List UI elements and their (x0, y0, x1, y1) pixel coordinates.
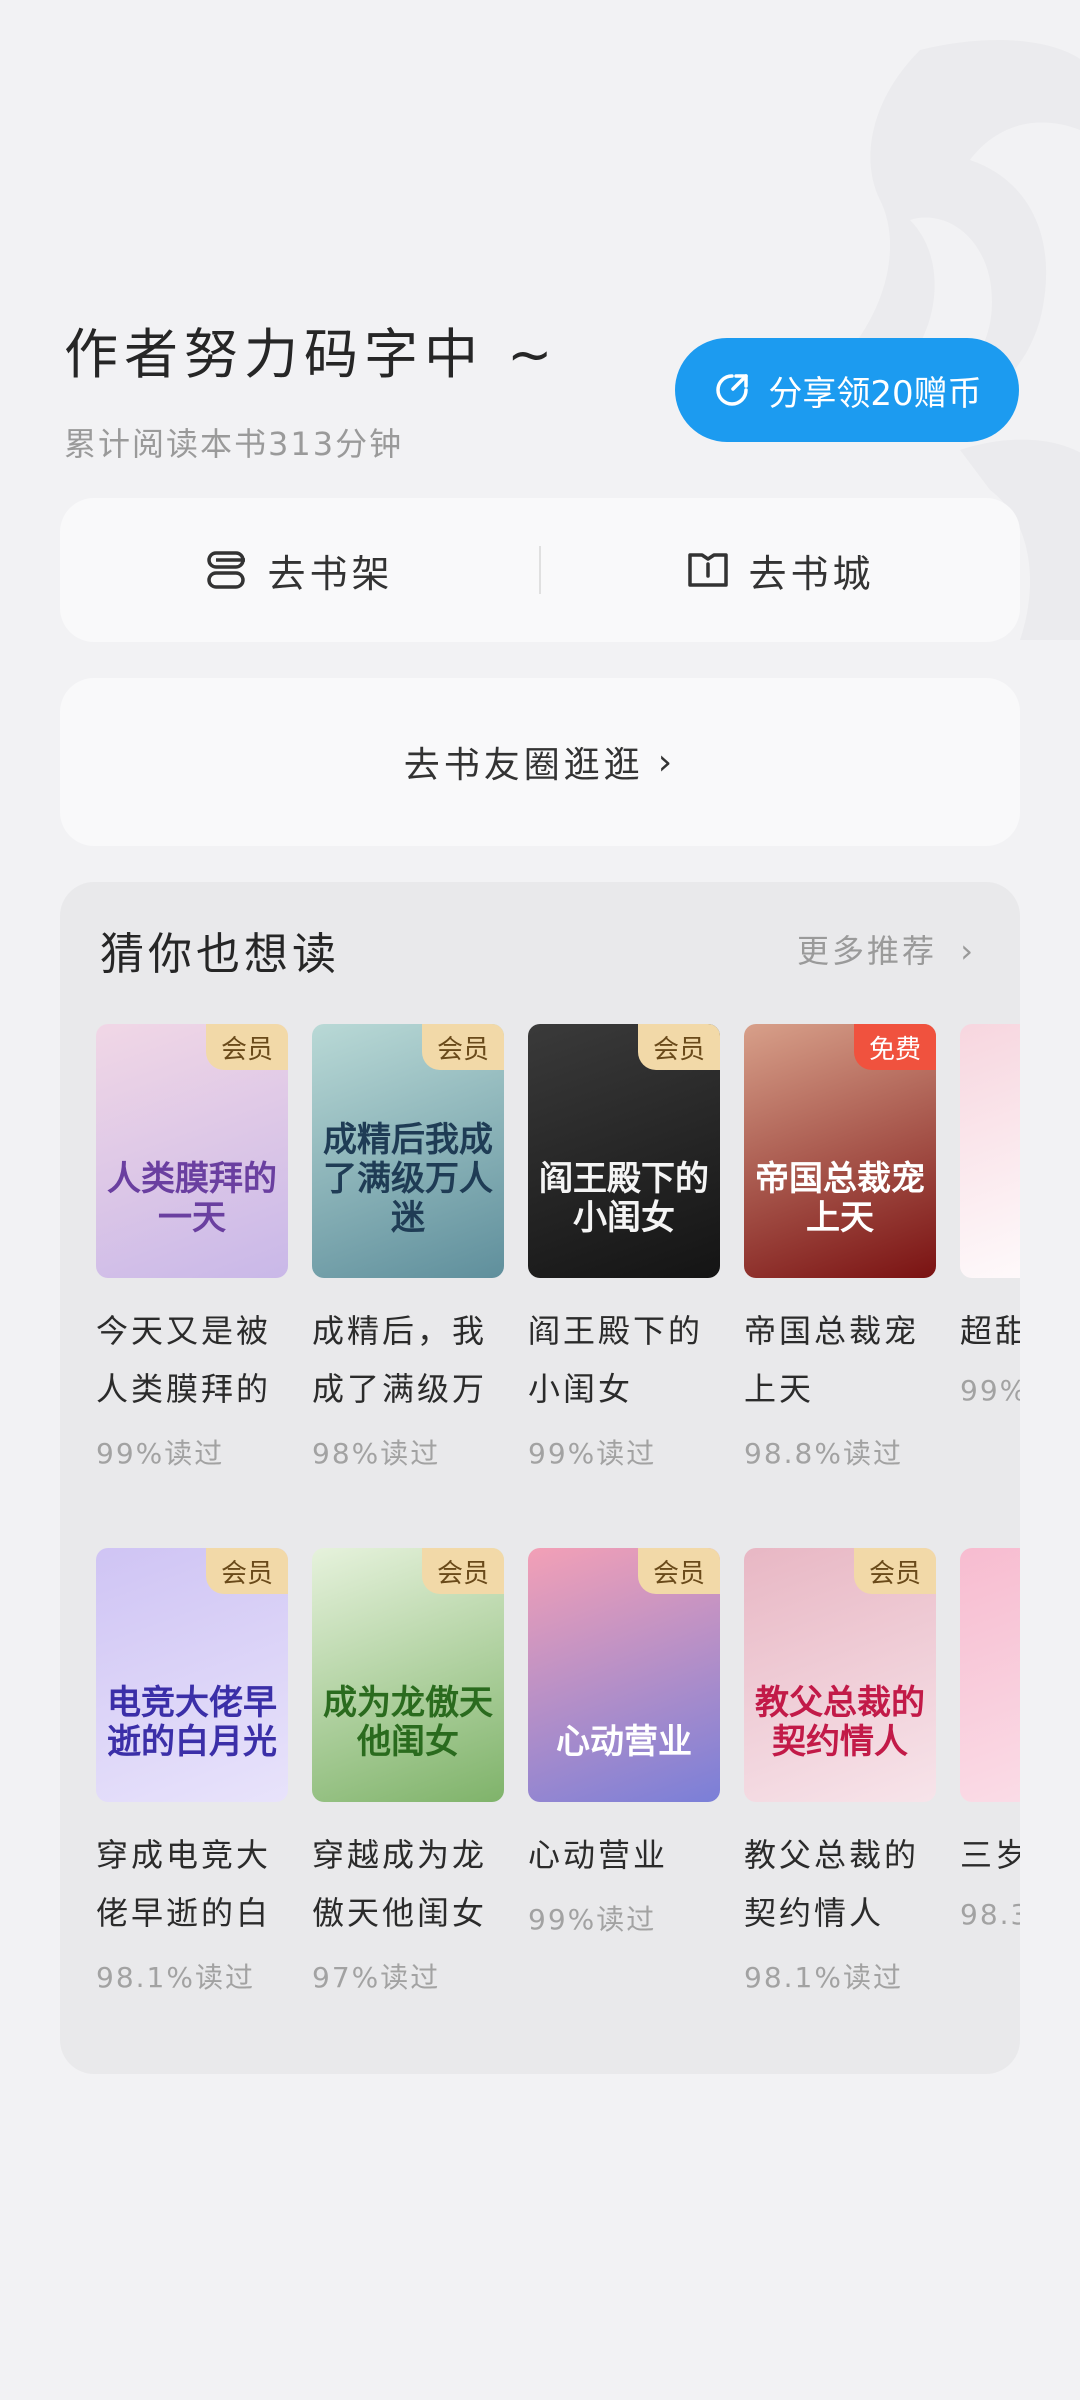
book-cover-title: 帝国总裁宠上天 (755, 1158, 925, 1238)
book-item[interactable]: 人类膜拜的一天 会员今天又是被人类膜拜的 99%读过 (96, 1024, 288, 1472)
book-circle-button[interactable]: 去书友圈逛逛 › (60, 678, 1020, 846)
vip-badge: 会员 (854, 1548, 936, 1594)
go-bookshelf-label: 去书架 (267, 551, 394, 596)
book-item[interactable]: 超甜超甜后被 99% (960, 1024, 1020, 1472)
recommendation-title: 猜你也想读 (100, 929, 340, 980)
book-cover[interactable]: 心动营业 会员 (528, 1548, 720, 1802)
book-item[interactable]: 成为龙傲天他闺女 会员穿越成为龙傲天他闺女 97%读过 (312, 1548, 504, 1996)
book-title[interactable]: 穿越成为龙傲天他闺女 (312, 1826, 504, 1942)
book-cover[interactable]: 教父总裁的契约情人 会员 (744, 1548, 936, 1802)
book-title[interactable]: 教父总裁的契约情人 (744, 1826, 936, 1942)
book-read-percentage: 98.1%读过 (96, 1961, 255, 1994)
book-row: 电竞大佬早逝的白月光 会员穿成电竞大佬早逝的白 98.1%读过 成为龙傲天他闺女 会员穿… (96, 1548, 1020, 1996)
book-cover[interactable]: 电竞大佬早逝的白月光 会员 (96, 1548, 288, 1802)
book-cover-title: 电竞大佬早逝的白月光 (107, 1682, 277, 1762)
book-read-percentage: 99%读过 (528, 1437, 657, 1470)
page-title: 作者努力码字中 ~ (64, 323, 559, 386)
book-read-percentage: 99% (960, 1374, 1020, 1407)
vip-badge: 会员 (638, 1548, 720, 1594)
book-cover-title: 超甜 (970, 1199, 1020, 1238)
chevron-right-icon: › (960, 932, 976, 970)
vip-badge: 会员 (638, 1024, 720, 1070)
free-badge: 免费 (854, 1024, 936, 1070)
book-item[interactable]: 帝国总裁宠上天 免费帝国总裁宠上天 98.8%读过 (744, 1024, 936, 1472)
vip-badge: 会员 (206, 1024, 288, 1070)
bookshelf-icon (207, 551, 246, 589)
go-bookstore-label: 去书城 (748, 551, 875, 596)
reading-status-header: 作者努力码字中 ~ 累计阅读本书313分钟 (64, 310, 558, 465)
book-circle-label: 去书友圈逛逛 (403, 745, 644, 786)
share-button[interactable]: 分享领20赠币 (675, 338, 1019, 442)
book-read-percentage: 97%读过 (312, 1961, 441, 1994)
book-title[interactable]: 阎王殿下的小闺女 (528, 1302, 720, 1418)
book-cover[interactable]: 超甜 (960, 1024, 1020, 1278)
share-icon (716, 374, 749, 406)
book-title[interactable]: 成精后，我成了满级万 (312, 1302, 504, 1418)
book-title[interactable]: 心动营业 (528, 1826, 720, 1884)
book-read-percentage: 98%读过 (312, 1437, 441, 1470)
book-cover-title: 三岁 (970, 1723, 1020, 1762)
book-read-percentage: 99%读过 (528, 1903, 657, 1936)
vip-badge: 会员 (422, 1548, 504, 1594)
book-title[interactable]: 三岁末世 (960, 1826, 1020, 1884)
book-cover-title: 教父总裁的契约情人 (755, 1682, 925, 1762)
share-button-label: 分享领20赠币 (768, 373, 982, 414)
book-title[interactable]: 穿成电竞大佬早逝的白 (96, 1826, 288, 1942)
book-title[interactable]: 今天又是被人类膜拜的 (96, 1302, 288, 1418)
book-cover-title: 人类膜拜的一天 (107, 1158, 277, 1238)
bookstore-icon (688, 553, 729, 587)
nav-card: 去书架 去书城 (60, 498, 1020, 642)
book-cover[interactable]: 三岁 (960, 1548, 1020, 1802)
book-item[interactable]: 成精后我成了满级万人迷 会员成精后，我成了满级万 98%读过 (312, 1024, 504, 1472)
reading-time-text: 累计阅读本书313分钟 (64, 425, 404, 463)
book-row: 人类膜拜的一天 会员 今天又是被人类膜拜的 99%读过 成精后我成了满级万人迷 会员 成精后… (96, 1024, 1020, 1472)
vip-badge: 会员 (206, 1548, 288, 1594)
book-title[interactable]: 超甜后被 (960, 1302, 1020, 1360)
book-cover-title: 心动营业 (556, 1721, 692, 1762)
book-cover[interactable]: 人类膜拜的一天 会员 (96, 1024, 288, 1278)
book-item[interactable]: 三岁三岁末世 98.3 (960, 1548, 1020, 1996)
book-read-percentage: 98.3 (960, 1898, 1020, 1931)
book-read-percentage: 98.8%读过 (744, 1437, 903, 1470)
book-cover-title: 成为龙傲天他闺女 (323, 1682, 493, 1762)
book-title[interactable]: 帝国总裁宠上天 (744, 1302, 936, 1418)
book-cover[interactable]: 阎王殿下的小闺女 会员 (528, 1024, 720, 1278)
book-cover[interactable]: 成精后我成了满级万人迷 会员 (312, 1024, 504, 1278)
go-bookstore-button[interactable]: 去书城 (541, 543, 1020, 598)
go-bookshelf-button[interactable]: 去书架 (60, 543, 539, 598)
more-recommendations-label: 更多推荐 (797, 932, 938, 970)
chevron-right-icon: › (657, 741, 677, 783)
book-item[interactable]: 教父总裁的契约情人 会员教父总裁的契约情人 98.1%读过 (744, 1548, 936, 1996)
book-item[interactable]: 电竞大佬早逝的白月光 会员穿成电竞大佬早逝的白 98.1%读过 (96, 1548, 288, 1996)
vip-badge: 会员 (422, 1024, 504, 1070)
book-read-percentage: 98.1%读过 (744, 1961, 903, 1994)
more-recommendations-link[interactable]: 更多推荐 › (797, 926, 976, 972)
book-cover[interactable]: 帝国总裁宠上天 免费 (744, 1024, 936, 1278)
book-cover-title: 成精后我成了满级万人迷 (323, 1119, 493, 1238)
book-item[interactable]: 心动营业 会员心动营业 99%读过 (528, 1548, 720, 1996)
book-cover-title: 阎王殿下的小闺女 (539, 1158, 709, 1238)
recommendation-card: 猜你也想读 更多推荐 › 人类膜拜的一天 会员 今天又是被人类膜拜的 99%读过 成精后… (60, 882, 1020, 2074)
book-read-percentage: 99%读过 (96, 1437, 225, 1470)
book-cover[interactable]: 成为龙傲天他闺女 会员 (312, 1548, 504, 1802)
book-item[interactable]: 阎王殿下的小闺女 会员阎王殿下的小闺女 99%读过 (528, 1024, 720, 1472)
